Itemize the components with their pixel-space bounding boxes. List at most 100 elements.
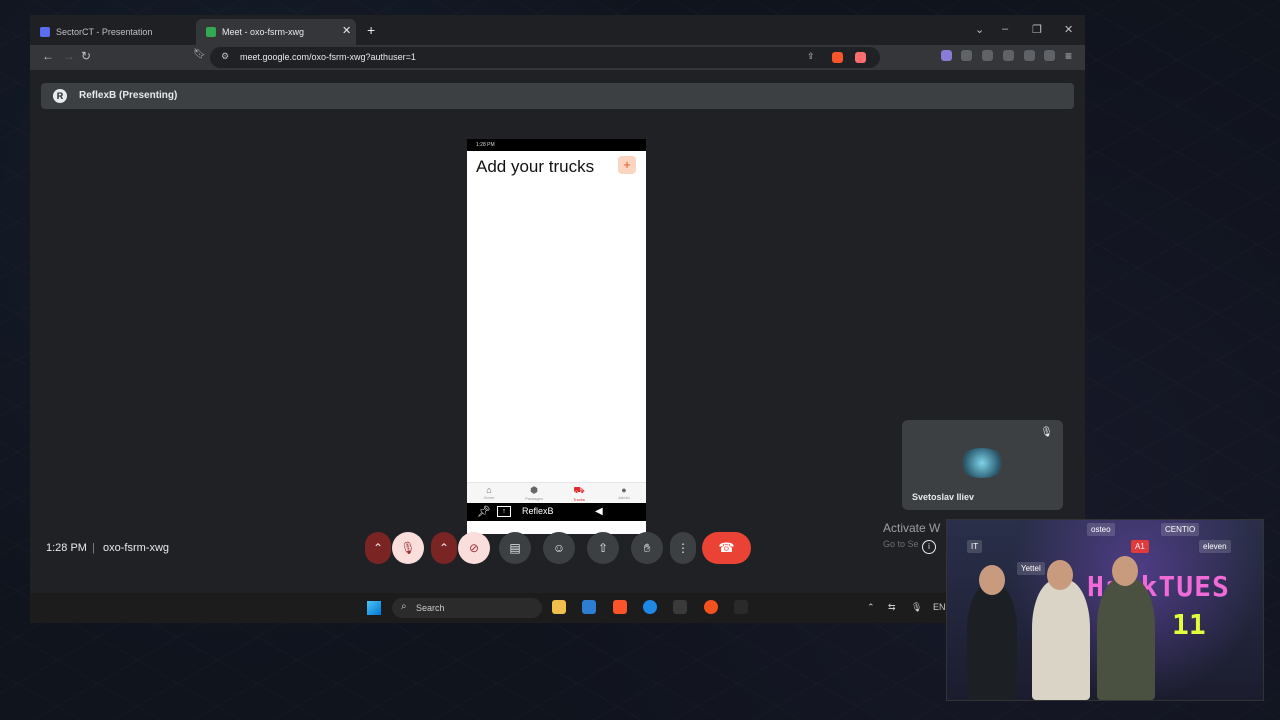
new-tab-icon[interactable]: + bbox=[367, 22, 375, 38]
more-vert-icon: ⋮ bbox=[677, 541, 689, 555]
nav-label: Trucks bbox=[573, 497, 585, 502]
address-bar[interactable]: ⚙ meet.google.com/oxo-fsrm-xwg?authuser=… bbox=[210, 47, 880, 68]
shared-screen: 1:28 PM Add your trucks + ⌂ Home ⬢ Packa… bbox=[467, 139, 646, 534]
presentation-controls: 📌︎ ↑ ReflexB ◀ bbox=[467, 503, 646, 521]
nav-label: Admin bbox=[618, 495, 630, 500]
nav-trucks[interactable]: ⛟ Trucks bbox=[564, 485, 594, 502]
browser-icon[interactable] bbox=[643, 600, 657, 614]
postman-icon[interactable] bbox=[704, 600, 718, 614]
audio-options-button[interactable]: ⌃ bbox=[365, 532, 391, 564]
close-window-icon[interactable]: ✕ bbox=[1064, 23, 1073, 36]
camera-off-icon: ⊘ bbox=[468, 541, 480, 555]
present-icon[interactable]: ↑ bbox=[497, 506, 511, 517]
navigation-bar: ← → ↻ 🔖︎ ⚙ meet.google.com/oxo-fsrm-xwg?… bbox=[30, 45, 1085, 70]
end-call-icon: ☎︎ bbox=[718, 540, 735, 555]
app-icon[interactable] bbox=[734, 600, 748, 614]
sponsor-logo: Yettel bbox=[1017, 562, 1045, 575]
chevron-up-icon: ⌃ bbox=[438, 541, 450, 555]
leo-ai-icon[interactable] bbox=[1024, 50, 1035, 61]
back-icon[interactable]: ← bbox=[42, 49, 54, 63]
speaker-person bbox=[1097, 578, 1155, 700]
present-screen-icon: ⇧ bbox=[597, 541, 609, 555]
participant-name: Svetoslav Iliev bbox=[912, 492, 975, 502]
video-options-button[interactable]: ⌃ bbox=[431, 532, 457, 564]
mic-toggle-button[interactable]: 🎙︎ bbox=[392, 532, 424, 564]
meeting-info-icon[interactable]: i bbox=[922, 540, 936, 554]
phone-status-time: 1:28 PM bbox=[476, 142, 495, 148]
nav-home[interactable]: ⌂ Home bbox=[474, 485, 504, 500]
activate-windows-subtext: Go to Se bbox=[883, 539, 919, 549]
windows-start-icon[interactable] bbox=[367, 601, 381, 615]
minimize-icon[interactable]: – bbox=[1002, 23, 1008, 35]
tab-title: Meet - oxo-fsrm-xwg bbox=[222, 27, 305, 37]
speaker-person bbox=[1032, 580, 1090, 700]
present-button[interactable]: ⇧ bbox=[587, 532, 619, 564]
store-icon[interactable] bbox=[582, 600, 596, 614]
speaker-head bbox=[1112, 556, 1138, 586]
speaker-head bbox=[1047, 560, 1073, 590]
site-info-icon[interactable]: ⚙ bbox=[221, 51, 229, 62]
speaker-person bbox=[967, 585, 1017, 700]
packages-icon: ⬢ bbox=[530, 485, 538, 495]
participant-tile[interactable]: 🎙︎ Svetoslav Iliev bbox=[902, 420, 1063, 510]
tab-search-chevron-icon[interactable]: ⌄ bbox=[975, 23, 984, 36]
share-icon[interactable]: ⇪ bbox=[807, 51, 815, 62]
sponsor-logo: osteo bbox=[1087, 523, 1115, 536]
sponsor-logo: eleven bbox=[1199, 540, 1231, 553]
phone-status-bar: 1:28 PM bbox=[467, 139, 646, 151]
extensions-puzzle-icon[interactable] bbox=[961, 50, 972, 61]
wallet-icon[interactable] bbox=[1003, 50, 1014, 61]
reload-icon[interactable]: ↻ bbox=[81, 49, 91, 63]
vpn-icon[interactable] bbox=[1044, 50, 1055, 61]
reactions-button[interactable]: ☺ bbox=[543, 532, 575, 564]
time-separator: | bbox=[92, 542, 95, 554]
taskbar-search[interactable]: ⌕ Search bbox=[392, 598, 542, 618]
terminal-icon[interactable] bbox=[673, 600, 687, 614]
tab-bar: SectorCT - Presentation Meet - oxo-fsrm-… bbox=[30, 15, 1085, 45]
emoji-icon: ☺ bbox=[552, 541, 566, 555]
phone-back-icon[interactable]: ◀ bbox=[595, 506, 603, 517]
presenter-avatar: R bbox=[53, 89, 67, 103]
bookmark-icon[interactable]: 🔖︎ bbox=[193, 49, 206, 60]
brave-rewards-icon[interactable] bbox=[855, 52, 866, 63]
person-icon: ● bbox=[621, 485, 627, 495]
nav-label: Home bbox=[483, 495, 495, 500]
brave-icon[interactable] bbox=[613, 600, 627, 614]
tab-presentation[interactable]: SectorCT - Presentation bbox=[30, 19, 190, 45]
home-icon: ⌂ bbox=[486, 485, 492, 495]
url-text: meet.google.com/oxo-fsrm-xwg?authuser=1 bbox=[240, 52, 416, 62]
restore-icon[interactable]: ❐ bbox=[1032, 23, 1042, 36]
speaker-head bbox=[979, 565, 1005, 595]
pin-icon[interactable]: 📌︎ bbox=[477, 505, 491, 518]
meeting-time: 1:28 PM bbox=[46, 542, 87, 554]
more-options-button[interactable]: ⋮ bbox=[670, 532, 696, 564]
nav-packages[interactable]: ⬢ Packages bbox=[519, 485, 549, 501]
brave-shield-icon[interactable] bbox=[832, 52, 843, 63]
browser-window: SectorCT - Presentation Meet - oxo-fsrm-… bbox=[30, 15, 1085, 623]
chevron-up-icon: ⌃ bbox=[372, 541, 384, 555]
sectorct-favicon-icon bbox=[40, 27, 50, 37]
file-explorer-icon[interactable] bbox=[552, 600, 566, 614]
event-number: 11 bbox=[1172, 608, 1206, 641]
raise-hand-button[interactable]: ✋︎ bbox=[631, 532, 663, 564]
leave-call-button[interactable]: ☎︎ bbox=[702, 532, 751, 564]
add-truck-button[interactable]: + bbox=[618, 156, 636, 174]
webcam-overlay: osteo CENTIO A1 eleven Yettel IT HackTUE… bbox=[946, 519, 1264, 701]
tab-meet[interactable]: Meet - oxo-fsrm-xwg bbox=[196, 19, 356, 45]
close-tab-icon[interactable]: ✕ bbox=[342, 24, 351, 37]
network-icon[interactable]: ⇆ bbox=[888, 602, 896, 613]
extension-icon[interactable] bbox=[941, 50, 952, 61]
nav-admin[interactable]: ● Admin bbox=[609, 485, 639, 500]
menu-icon[interactable]: ≡ bbox=[1065, 49, 1072, 63]
sidebar-icon[interactable] bbox=[982, 50, 993, 61]
phone-bottom-nav: ⌂ Home ⬢ Packages ⛟ Trucks ● Admin bbox=[467, 482, 646, 503]
microphone-icon[interactable]: 🎙︎ bbox=[911, 602, 922, 613]
forward-icon[interactable]: → bbox=[63, 49, 75, 63]
sponsor-logo: CENTIO bbox=[1161, 523, 1200, 536]
captions-button[interactable]: ▤ bbox=[499, 532, 531, 564]
nav-label: Packages bbox=[525, 496, 543, 501]
presenting-bar: R ReflexB (Presenting) bbox=[41, 83, 1074, 109]
truck-icon: ⛟ bbox=[573, 485, 585, 495]
camera-toggle-button[interactable]: ⊘ bbox=[458, 532, 490, 564]
tray-chevron-icon[interactable]: ⌃ bbox=[867, 602, 875, 613]
